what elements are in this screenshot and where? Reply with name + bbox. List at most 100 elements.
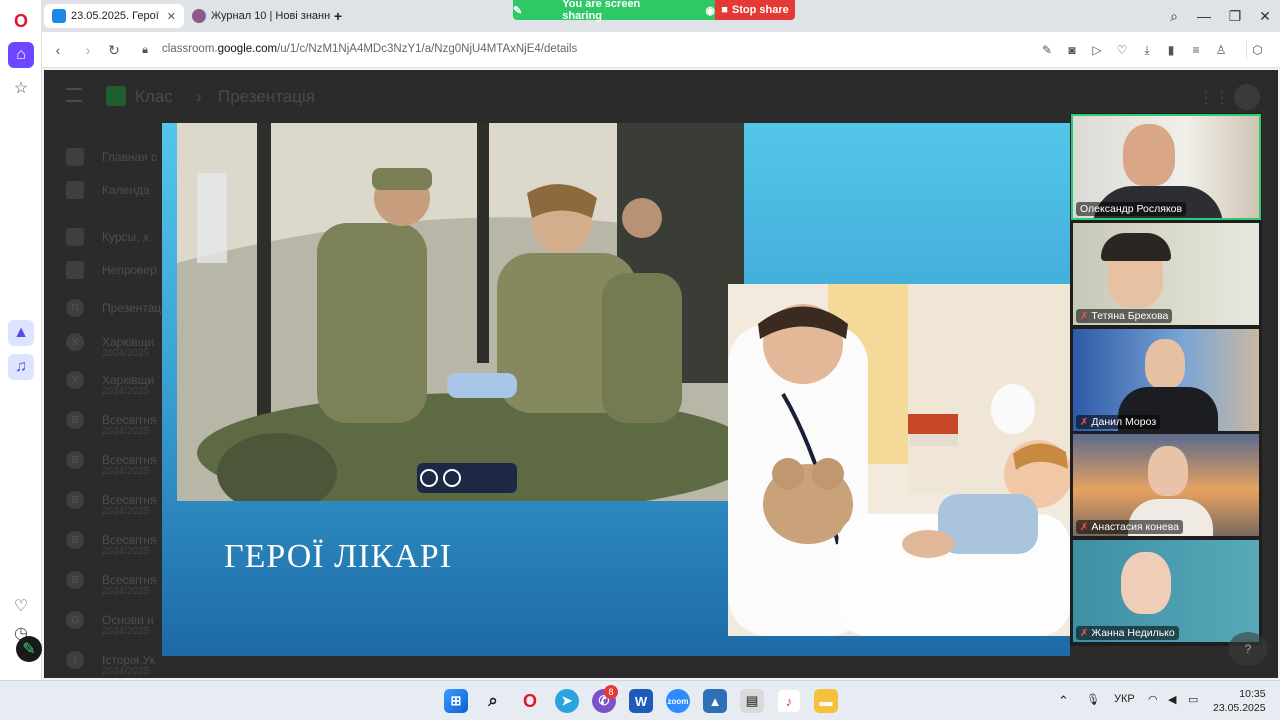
notepad-icon[interactable]: ▤ bbox=[740, 689, 764, 713]
help-icon[interactable]: ? bbox=[1228, 632, 1268, 666]
ai-icon[interactable]: ▲ bbox=[8, 320, 34, 346]
class-avatar-icon: П bbox=[66, 299, 84, 317]
class-avatar-icon: В bbox=[66, 531, 84, 549]
home-icon[interactable]: ⌂ bbox=[8, 42, 34, 68]
tab-label: 23.05.2025. Герої bbox=[71, 10, 159, 22]
class-avatar-icon bbox=[66, 148, 84, 166]
sidebar-item-label: Календа bbox=[102, 183, 150, 197]
sidebar-item-label: Харківщи bbox=[102, 373, 155, 387]
share-pin-icon: ✎ bbox=[513, 4, 523, 17]
sidebar-item[interactable]: В Всесвітня 2024/2025 bbox=[66, 410, 157, 437]
class-avatar-icon: В bbox=[66, 491, 84, 509]
sidebar-item[interactable]: В Всесвітня 2024/2025 bbox=[66, 570, 156, 597]
participant-tile[interactable]: Олександр Росляков bbox=[1071, 114, 1261, 220]
edit-page-icon[interactable]: ✎ bbox=[1038, 41, 1056, 59]
folder-icon[interactable]: ▬ bbox=[814, 689, 838, 713]
menu-icon[interactable]: ≡ bbox=[1187, 41, 1205, 59]
avatar[interactable] bbox=[1234, 84, 1260, 110]
language-indicator[interactable]: УКР bbox=[1114, 693, 1135, 705]
sidebar-item[interactable]: Х Харківщи 2024/2025 bbox=[66, 332, 155, 359]
sidebar-item[interactable]: О Основи н 2024/2025 bbox=[66, 610, 154, 637]
mic-off-icon: ✗ bbox=[1080, 521, 1089, 533]
telegram-icon[interactable]: ➤ bbox=[555, 689, 579, 713]
edit-icon[interactable]: ✎ bbox=[16, 636, 42, 662]
participant-video bbox=[1145, 339, 1185, 389]
menu-icon[interactable] bbox=[66, 88, 82, 102]
sidebar-item[interactable]: Главная с bbox=[66, 147, 157, 167]
music-icon[interactable]: ♫ bbox=[8, 354, 34, 380]
battery-icon[interactable]: ▮ bbox=[1162, 41, 1180, 59]
participant-name: ✗ Данил Мороз bbox=[1076, 415, 1161, 429]
participant-tile[interactable]: ✗ Данил Мороз bbox=[1073, 329, 1259, 431]
battery-icon[interactable]: ▭ bbox=[1188, 693, 1198, 706]
opera-logo[interactable]: O bbox=[8, 8, 34, 34]
participant-tile[interactable]: ✗ Жанна Недилько bbox=[1073, 540, 1259, 642]
minimize-icon[interactable]: — bbox=[1194, 6, 1214, 26]
pin-icon[interactable]: ☆ bbox=[8, 75, 34, 101]
sidebar-item[interactable]: Курсы, х bbox=[66, 227, 149, 247]
opera-icon[interactable]: O bbox=[518, 689, 542, 713]
participant-tile[interactable]: ✗ Анастасия конева bbox=[1073, 434, 1259, 536]
search-icon[interactable]: ⌕ bbox=[1164, 6, 1184, 26]
mic-off-icon: ✗ bbox=[1080, 416, 1089, 428]
screen-share-bar: ✎ You are screen sharing ◉ ■ Stop share bbox=[513, 0, 795, 22]
windows-start-icon[interactable]: ⊞ bbox=[444, 689, 468, 713]
sidebar-item[interactable]: І Історія Ук 2024/2025 bbox=[66, 650, 155, 677]
extensions-icon[interactable]: ⬡ bbox=[1246, 41, 1264, 59]
profile-icon[interactable]: ♙ bbox=[1212, 41, 1230, 59]
sidebar-item[interactable]: П Презентац bbox=[66, 298, 161, 318]
play-icon[interactable]: ▷ bbox=[1088, 41, 1106, 59]
wifi-icon[interactable]: ◠ bbox=[1148, 693, 1158, 706]
sidebar-item-year: 2024/2025 bbox=[102, 586, 150, 597]
sidebar-item-label: Харківщи bbox=[102, 335, 155, 349]
forward-icon[interactable]: › bbox=[78, 40, 98, 60]
sidebar-item[interactable]: В Всесвітня 2024/2025 bbox=[66, 490, 156, 517]
tray-overflow-icon[interactable]: ⌃ bbox=[1058, 693, 1069, 709]
restore-icon[interactable]: ❐ bbox=[1225, 6, 1245, 26]
download-icon[interactable]: ⤓ bbox=[1138, 41, 1156, 59]
sidebar-item[interactable]: В Всесвітня 2024/2025 bbox=[66, 530, 156, 557]
heart-icon[interactable]: ♡ bbox=[1113, 41, 1131, 59]
mic-off-icon: ✗ bbox=[1080, 627, 1089, 639]
address-bar: ‹ › ↻ 🔒︎ classroom.google.com/u/1/c/NzM1… bbox=[42, 32, 1280, 68]
breadcrumb-page: Презентація bbox=[218, 87, 315, 106]
tab-heroes[interactable]: 23.05.2025. Герої ✕ bbox=[44, 4, 184, 28]
sidebar-item-label: Непровер bbox=[102, 263, 157, 277]
sidebar-item-label: Всесвітня bbox=[102, 413, 157, 427]
shield-icon: ◉ bbox=[705, 4, 715, 17]
close-icon[interactable]: ✕ bbox=[1255, 6, 1275, 26]
participant-tile[interactable]: ✗ Тетяна Брехова bbox=[1073, 223, 1259, 325]
url-domain: google.com bbox=[217, 43, 278, 55]
sidebar-item[interactable]: Непровер bbox=[66, 260, 157, 280]
sidebar-item[interactable]: В Всесвітня 2024/2025 bbox=[66, 450, 156, 477]
word-icon[interactable]: W bbox=[629, 689, 653, 713]
heart-icon[interactable]: ♡ bbox=[8, 593, 34, 619]
url-field[interactable]: classroom.google.com/u/1/c/NzM1NjA4MDc3N… bbox=[162, 43, 577, 55]
sidebar-item[interactable]: Х Харківщи 2024/2025 bbox=[66, 370, 155, 397]
clock[interactable]: 10:35 23.05.2025 bbox=[1213, 687, 1266, 715]
stop-share-button[interactable]: ■ Stop share bbox=[715, 0, 795, 20]
stop-icon: ■ bbox=[721, 4, 728, 16]
screen: O ⌂ ☆ ▲ ♫ ♡ ◷ ✎ 23.05.2025. Герої ✕ Журн… bbox=[0, 0, 1280, 720]
military-medics-image bbox=[177, 123, 744, 501]
back-icon[interactable]: ‹ bbox=[48, 40, 68, 60]
apps-icon[interactable]: ⋮⋮ bbox=[1198, 88, 1230, 108]
microphone-icon[interactable]: 🎙︎ bbox=[1086, 693, 1100, 706]
search-icon[interactable]: ⌕ bbox=[481, 689, 505, 713]
breadcrumb-class[interactable]: Клас bbox=[135, 87, 173, 107]
clock-date: 23.05.2025 bbox=[1213, 702, 1266, 714]
sharing-status[interactable]: ✎ You are screen sharing ◉ bbox=[513, 0, 715, 22]
close-icon[interactable]: ✕ bbox=[161, 10, 176, 23]
volume-icon[interactable]: ◀︎ bbox=[1168, 693, 1176, 706]
sidebar-item[interactable]: Календа bbox=[66, 180, 150, 200]
participant-name: Олександр Росляков bbox=[1076, 202, 1187, 216]
reload-icon[interactable]: ↻ bbox=[104, 40, 124, 60]
zoom-icon[interactable]: zoom bbox=[666, 689, 690, 713]
new-tab-button[interactable]: + bbox=[328, 4, 348, 28]
classroom-logo bbox=[106, 86, 126, 106]
drawing-app-icon[interactable]: ▲ bbox=[703, 689, 727, 713]
camera-icon[interactable]: ◙ bbox=[1063, 41, 1081, 59]
stop-share-label: Stop share bbox=[731, 4, 789, 16]
tab-journal[interactable]: Журнал 10 | Нові знання bbox=[184, 4, 330, 28]
itunes-icon[interactable]: ♪ bbox=[777, 689, 801, 713]
